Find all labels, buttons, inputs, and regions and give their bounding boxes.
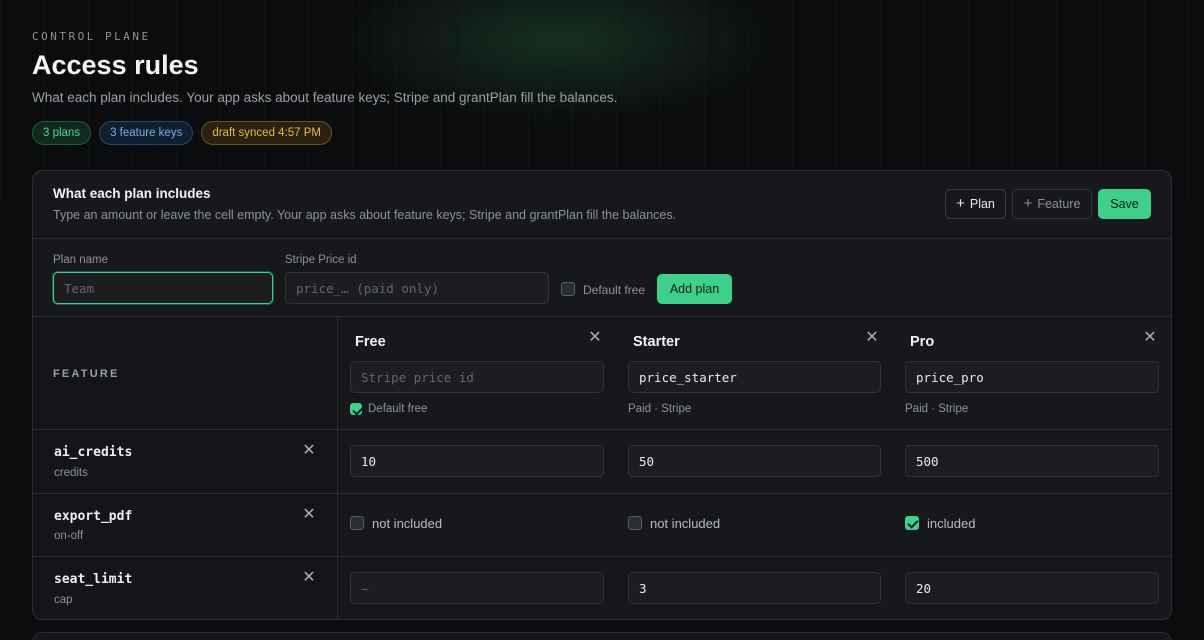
page-subtitle: What each plan includes. Your app asks a…	[32, 90, 618, 105]
remove-plan-free-close-icon[interactable]: ✕	[588, 330, 602, 346]
feature-cell: seat_limit cap ✕	[33, 557, 338, 619]
remove-feature-close-icon[interactable]: ✕	[302, 570, 316, 586]
plan-name-pro: Pro	[910, 334, 935, 350]
amount-input-starter[interactable]: 3	[628, 572, 881, 604]
add-plan-button[interactable]: Add plan	[657, 274, 732, 304]
status-pills: 3 plans 3 feature keys draft synced 4:57…	[32, 121, 332, 145]
default-free-checkbox-free[interactable]	[350, 403, 362, 415]
feature-unit: on-off	[54, 530, 84, 542]
table-row: export_pdf on-off ✕ not included not inc…	[33, 494, 1171, 557]
price-id-input-pro[interactable]: price_pro	[905, 361, 1159, 393]
feature-column-header: FEATURE	[33, 317, 338, 429]
include-label-starter: not included	[650, 516, 721, 531]
include-checkbox-starter[interactable]	[628, 516, 642, 530]
amount-input-free[interactable]: 10	[350, 445, 604, 477]
eyebrow-label: CONTROL PLANE	[32, 30, 151, 43]
add-plan-form: Plan name Stripe Price id Default free A…	[33, 240, 1171, 317]
stripe-price-input[interactable]	[285, 272, 549, 304]
draft-sync-badge: draft synced 4:57 PM	[201, 121, 332, 145]
plan-columns-header: FEATURE Free ✕ Default free Starter ✕ pr…	[33, 317, 1171, 430]
feature-unit: cap	[54, 594, 73, 606]
default-free-checkbox[interactable]	[561, 282, 575, 296]
card-header: What each plan includes Type an amount o…	[33, 171, 1171, 239]
card-title: What each plan includes	[53, 186, 211, 201]
amount-input-free[interactable]	[350, 572, 604, 604]
feature-keys-count-badge: 3 feature keys	[99, 121, 194, 145]
include-checkbox-free[interactable]	[350, 516, 364, 530]
stripe-price-label: Stripe Price id	[285, 254, 357, 266]
include-checkbox-pro[interactable]	[905, 516, 919, 530]
plans-count-badge: 3 plans	[32, 121, 92, 145]
include-label-pro: included	[927, 516, 976, 531]
price-id-input-free[interactable]	[350, 361, 604, 393]
page-title: Access rules	[32, 50, 199, 80]
feature-unit: credits	[54, 467, 88, 479]
amount-input-pro[interactable]: 500	[905, 445, 1159, 477]
feature-cell: ai_credits credits ✕	[33, 430, 338, 493]
add-feature-label: Feature	[1037, 197, 1081, 211]
amount-input-pro[interactable]: 20	[905, 572, 1159, 604]
add-plan-toggle-button[interactable]: + Plan	[945, 189, 1006, 219]
plan-name-label: Plan name	[53, 254, 108, 266]
feature-header-label: FEATURE	[53, 368, 120, 380]
feature-key: ai_credits	[54, 445, 133, 460]
plan-note-pro: Paid · Stripe	[905, 403, 969, 415]
save-button[interactable]: Save	[1098, 189, 1151, 219]
plan-note-free: Default free	[368, 403, 428, 415]
plan-name-free: Free	[355, 334, 386, 350]
feature-key: seat_limit	[54, 572, 133, 587]
include-label-free: not included	[372, 516, 443, 531]
remove-plan-starter-close-icon[interactable]: ✕	[865, 330, 879, 346]
price-id-input-starter[interactable]: price_starter	[628, 361, 881, 393]
plan-name-input[interactable]	[53, 272, 273, 304]
add-feature-button[interactable]: + Feature	[1012, 189, 1092, 219]
feature-key: export_pdf	[54, 509, 133, 524]
plan-matrix-card: What each plan includes Type an amount o…	[32, 170, 1172, 620]
table-row: ai_credits credits ✕ 10 50 500	[33, 430, 1171, 494]
plan-name-starter: Starter	[633, 334, 680, 350]
feature-cell: export_pdf on-off ✕	[33, 494, 338, 556]
table-row: seat_limit cap ✕ 3 20	[33, 557, 1171, 619]
add-plan-toggle-label: Plan	[969, 197, 995, 211]
plan-note-starter: Paid · Stripe	[628, 403, 692, 415]
remove-feature-close-icon[interactable]: ✕	[302, 443, 316, 459]
card-subtitle: Type an amount or leave the cell empty. …	[53, 208, 677, 222]
plus-icon: +	[956, 195, 965, 212]
next-card-edge	[32, 632, 1172, 640]
default-free-label: Default free	[583, 283, 646, 297]
remove-feature-close-icon[interactable]: ✕	[302, 507, 316, 523]
remove-plan-pro-close-icon[interactable]: ✕	[1143, 330, 1157, 346]
plus-icon: +	[1023, 195, 1033, 212]
amount-input-starter[interactable]: 50	[628, 445, 881, 477]
